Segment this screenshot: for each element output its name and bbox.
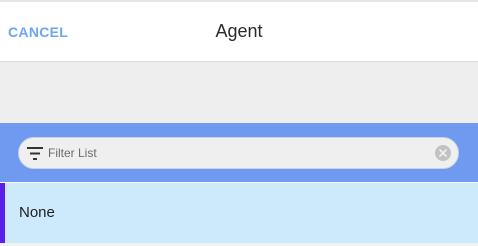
agent-picker-screen: CANCEL Agent None [0,0,478,246]
empty-spacer-area [0,62,478,123]
header-bar: CANCEL Agent [0,2,478,62]
page-title: Agent [215,21,263,41]
list-item-label: None [19,204,55,221]
filter-bar [0,123,478,182]
filter-icon [27,147,43,160]
filter-input[interactable] [48,138,428,168]
selection-indicator [0,183,5,243]
filter-field[interactable] [18,137,459,169]
list-item[interactable]: None [0,183,478,243]
clear-icon[interactable] [435,145,451,161]
